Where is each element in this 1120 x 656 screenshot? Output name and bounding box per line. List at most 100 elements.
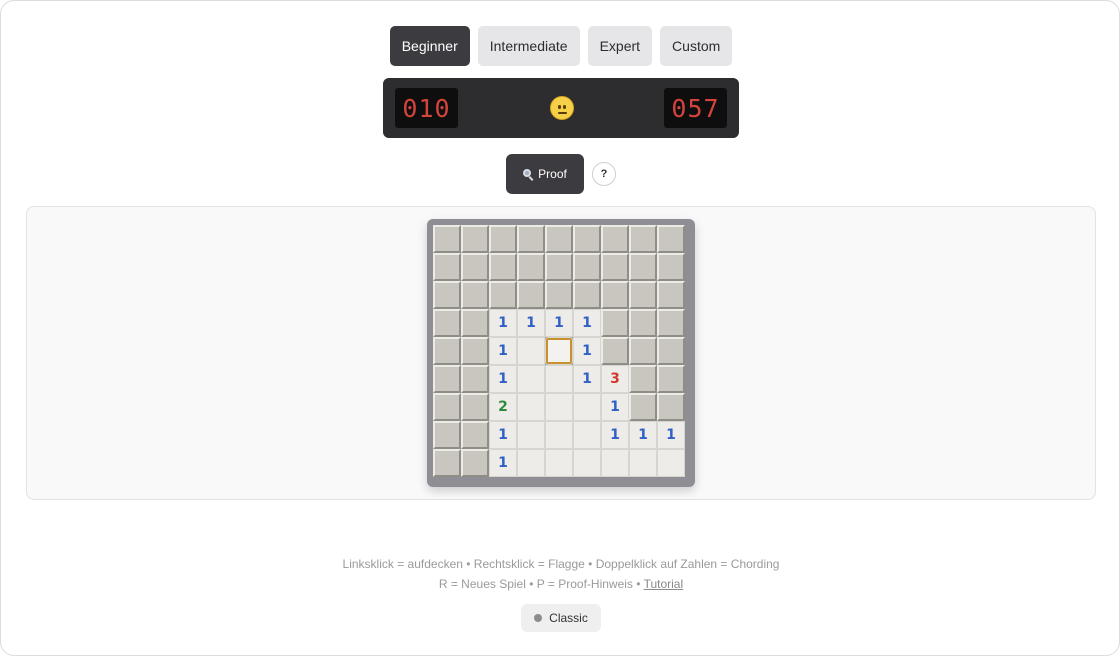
revealed-cell[interactable] bbox=[545, 449, 573, 477]
covered-cell[interactable] bbox=[657, 281, 685, 309]
revealed-cell[interactable] bbox=[573, 393, 601, 421]
difficulty-selector: Beginner Intermediate Expert Custom bbox=[1, 26, 1120, 66]
covered-cell[interactable] bbox=[657, 253, 685, 281]
covered-cell[interactable] bbox=[657, 309, 685, 337]
covered-cell[interactable] bbox=[629, 281, 657, 309]
covered-cell[interactable] bbox=[629, 365, 657, 393]
covered-cell[interactable] bbox=[433, 309, 461, 337]
covered-cell[interactable] bbox=[461, 309, 489, 337]
covered-cell[interactable] bbox=[461, 449, 489, 477]
number-cell[interactable]: 1 bbox=[629, 421, 657, 449]
covered-cell[interactable] bbox=[489, 253, 517, 281]
covered-cell[interactable] bbox=[629, 309, 657, 337]
covered-cell[interactable] bbox=[433, 365, 461, 393]
smiley-eye-left bbox=[558, 105, 561, 109]
covered-cell[interactable] bbox=[629, 225, 657, 253]
revealed-cell[interactable] bbox=[517, 421, 545, 449]
app-frame: Beginner Intermediate Expert Custom 010 … bbox=[0, 0, 1120, 656]
smiley-icon[interactable] bbox=[550, 96, 574, 120]
covered-cell[interactable] bbox=[433, 421, 461, 449]
number-cell[interactable]: 1 bbox=[657, 421, 685, 449]
number-cell[interactable]: 1 bbox=[545, 309, 573, 337]
covered-cell[interactable] bbox=[545, 253, 573, 281]
number-cell[interactable]: 1 bbox=[489, 365, 517, 393]
minefield-board: 1111111132111111 bbox=[427, 219, 695, 487]
covered-cell[interactable] bbox=[601, 253, 629, 281]
covered-cell[interactable] bbox=[433, 281, 461, 309]
custom-button[interactable]: Custom bbox=[660, 26, 733, 66]
covered-cell[interactable] bbox=[489, 281, 517, 309]
covered-cell[interactable] bbox=[601, 281, 629, 309]
covered-cell[interactable] bbox=[433, 449, 461, 477]
theme-dot-icon bbox=[534, 614, 543, 622]
covered-cell[interactable] bbox=[629, 253, 657, 281]
proof-button[interactable]: Proof bbox=[506, 154, 584, 194]
theme-toggle[interactable]: Classic bbox=[521, 604, 601, 632]
revealed-cell[interactable] bbox=[517, 337, 545, 365]
covered-cell[interactable] bbox=[657, 365, 685, 393]
covered-cell[interactable] bbox=[601, 225, 629, 253]
covered-cell[interactable] bbox=[601, 337, 629, 365]
number-cell[interactable]: 1 bbox=[517, 309, 545, 337]
covered-cell[interactable] bbox=[573, 281, 601, 309]
covered-cell[interactable] bbox=[657, 393, 685, 421]
revealed-cell[interactable] bbox=[517, 365, 545, 393]
covered-cell[interactable] bbox=[517, 281, 545, 309]
revealed-cell[interactable] bbox=[601, 449, 629, 477]
revealed-cell[interactable] bbox=[629, 449, 657, 477]
covered-cell[interactable] bbox=[489, 225, 517, 253]
covered-cell[interactable] bbox=[433, 225, 461, 253]
theme-label: Classic bbox=[549, 611, 588, 625]
covered-cell[interactable] bbox=[433, 393, 461, 421]
covered-cell[interactable] bbox=[461, 421, 489, 449]
number-cell[interactable]: 3 bbox=[601, 365, 629, 393]
revealed-cell[interactable] bbox=[573, 421, 601, 449]
beginner-button[interactable]: Beginner bbox=[389, 26, 470, 66]
selected-cell[interactable] bbox=[545, 337, 573, 365]
number-cell[interactable]: 1 bbox=[601, 421, 629, 449]
minefield-grid: 1111111132111111 bbox=[433, 225, 689, 477]
number-cell[interactable]: 1 bbox=[573, 309, 601, 337]
revealed-cell[interactable] bbox=[517, 449, 545, 477]
covered-cell[interactable] bbox=[461, 365, 489, 393]
covered-cell[interactable] bbox=[433, 337, 461, 365]
covered-cell[interactable] bbox=[461, 337, 489, 365]
revealed-cell[interactable] bbox=[657, 449, 685, 477]
timer-display: 057 bbox=[664, 88, 727, 128]
covered-cell[interactable] bbox=[461, 225, 489, 253]
revealed-cell[interactable] bbox=[573, 449, 601, 477]
expert-button[interactable]: Expert bbox=[587, 26, 653, 66]
covered-cell[interactable] bbox=[545, 281, 573, 309]
number-cell[interactable]: 1 bbox=[489, 337, 517, 365]
covered-cell[interactable] bbox=[461, 253, 489, 281]
number-cell[interactable]: 1 bbox=[601, 393, 629, 421]
number-cell[interactable]: 2 bbox=[489, 393, 517, 421]
intermediate-button[interactable]: Intermediate bbox=[477, 26, 580, 66]
revealed-cell[interactable] bbox=[517, 393, 545, 421]
covered-cell[interactable] bbox=[657, 337, 685, 365]
number-cell[interactable]: 1 bbox=[573, 337, 601, 365]
covered-cell[interactable] bbox=[545, 225, 573, 253]
proof-button-label: Proof bbox=[538, 167, 567, 181]
number-cell[interactable]: 1 bbox=[489, 309, 517, 337]
covered-cell[interactable] bbox=[601, 309, 629, 337]
covered-cell[interactable] bbox=[517, 225, 545, 253]
tutorial-link[interactable]: Tutorial bbox=[644, 577, 684, 591]
covered-cell[interactable] bbox=[573, 225, 601, 253]
covered-cell[interactable] bbox=[629, 393, 657, 421]
covered-cell[interactable] bbox=[433, 253, 461, 281]
help-button[interactable]: ? bbox=[592, 162, 616, 186]
revealed-cell[interactable] bbox=[545, 421, 573, 449]
covered-cell[interactable] bbox=[629, 337, 657, 365]
covered-cell[interactable] bbox=[517, 253, 545, 281]
revealed-cell[interactable] bbox=[545, 365, 573, 393]
covered-cell[interactable] bbox=[461, 281, 489, 309]
covered-cell[interactable] bbox=[461, 393, 489, 421]
number-cell[interactable]: 1 bbox=[489, 449, 517, 477]
number-cell[interactable]: 1 bbox=[573, 365, 601, 393]
number-cell[interactable]: 1 bbox=[489, 421, 517, 449]
controls-hint: Linksklick = aufdecken • Rechtsklick = F… bbox=[342, 557, 780, 571]
covered-cell[interactable] bbox=[657, 225, 685, 253]
covered-cell[interactable] bbox=[573, 253, 601, 281]
revealed-cell[interactable] bbox=[545, 393, 573, 421]
